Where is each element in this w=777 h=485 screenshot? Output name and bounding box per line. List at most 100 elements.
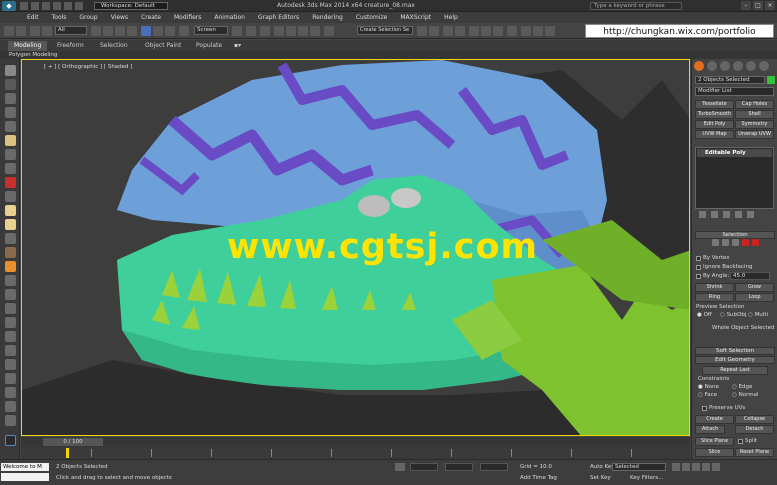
- modifier-stack[interactable]: Editable Poly: [695, 147, 774, 209]
- select-by-name-icon[interactable]: [103, 26, 113, 36]
- systems-icon[interactable]: [5, 191, 16, 202]
- element-level-icon[interactable]: [752, 239, 759, 246]
- repeat-last-button[interactable]: Repeat Last: [702, 366, 768, 375]
- cone-icon[interactable]: [5, 247, 16, 258]
- constraint-none-radio[interactable]: ● None: [698, 384, 719, 390]
- lock-selection-icon[interactable]: [395, 463, 405, 471]
- tessellate-button[interactable]: Tessellate: [695, 100, 734, 109]
- render-production-icon[interactable]: [545, 26, 555, 36]
- menu-customize[interactable]: Customize: [356, 14, 388, 21]
- shrink-button[interactable]: Shrink: [695, 283, 734, 292]
- selection-rollout[interactable]: Selection: [695, 231, 775, 239]
- edit-geometry-rollout[interactable]: Edit Geometry: [695, 356, 775, 364]
- lights-icon[interactable]: [5, 135, 16, 146]
- maxscript-listener[interactable]: Welcome to M: [1, 463, 49, 471]
- tab-selection[interactable]: Selection: [100, 41, 128, 51]
- spinner-snap-icon[interactable]: [310, 26, 320, 36]
- by-angle-spinner[interactable]: 45.0: [730, 272, 770, 280]
- select-rotate-icon[interactable]: [153, 26, 163, 36]
- goto-start-icon[interactable]: [672, 463, 680, 471]
- object-color-swatch[interactable]: [767, 76, 775, 84]
- select-scale-icon[interactable]: [165, 26, 175, 36]
- hair-icon[interactable]: [5, 401, 16, 412]
- ribbon-subpanel-polygon-modeling[interactable]: Polygon Modeling: [0, 51, 777, 59]
- redo-toolbar-icon[interactable]: [16, 26, 26, 36]
- show-end-result-icon[interactable]: [711, 211, 718, 218]
- render-setup-icon[interactable]: [521, 26, 531, 36]
- biped-icon[interactable]: [5, 373, 16, 384]
- select-move-icon[interactable]: [141, 26, 151, 36]
- helpers-icon[interactable]: [5, 163, 16, 174]
- vertex-level-icon[interactable]: [712, 239, 719, 246]
- edit-poly-button[interactable]: Edit Poly: [695, 120, 734, 129]
- constraint-edge-radio[interactable]: ○ Edge: [732, 384, 752, 390]
- angle-snap-icon[interactable]: [286, 26, 296, 36]
- create-button[interactable]: Create: [695, 415, 734, 424]
- menu-tools[interactable]: Tools: [52, 14, 67, 21]
- unwrap-uvw-button[interactable]: Unwrap UVW: [735, 130, 774, 139]
- grow-button[interactable]: Grow: [735, 283, 774, 292]
- vertex-icon[interactable]: [5, 107, 16, 118]
- keyboard-shortcut-icon[interactable]: [260, 26, 270, 36]
- cloth-icon[interactable]: [5, 415, 16, 426]
- pyramid-icon[interactable]: [5, 303, 16, 314]
- configure-sets-icon[interactable]: [747, 211, 754, 218]
- menu-modifiers[interactable]: Modifiers: [174, 14, 201, 21]
- menu-views[interactable]: Views: [111, 14, 128, 21]
- tube-icon[interactable]: [5, 289, 16, 300]
- modifier-list-dropdown[interactable]: Modifier List: [695, 87, 774, 96]
- teapot-icon[interactable]: [5, 317, 16, 328]
- undo-icon[interactable]: [53, 2, 61, 10]
- x-coordinate-field[interactable]: [410, 463, 438, 471]
- y-coordinate-field[interactable]: [445, 463, 473, 471]
- edge-level-icon[interactable]: [722, 239, 729, 246]
- time-slider[interactable]: 0 / 100: [43, 438, 103, 446]
- minimize-icon[interactable]: –: [741, 1, 751, 10]
- select-manipulate-icon[interactable]: [246, 26, 256, 36]
- menu-maxscript[interactable]: MAXScript: [400, 14, 431, 21]
- split-checkbox[interactable]: [738, 439, 743, 444]
- tab-populate[interactable]: Populate: [196, 41, 222, 51]
- z-coordinate-field[interactable]: [480, 463, 508, 471]
- material-editor-icon[interactable]: [507, 26, 517, 36]
- cap-holes-button[interactable]: Cap Holes: [735, 100, 774, 109]
- soft-selection-rollout[interactable]: Soft Selection: [695, 347, 775, 355]
- preview-off-radio[interactable]: ● Off: [697, 312, 712, 318]
- utilities-tab-icon[interactable]: [759, 61, 769, 71]
- graphite-toggle-icon[interactable]: [469, 26, 479, 36]
- detach-button[interactable]: Detach: [735, 425, 774, 434]
- auto-key-button[interactable]: Auto Key: [590, 464, 615, 470]
- open-file-icon[interactable]: [31, 2, 39, 10]
- ribbon-options-icon[interactable]: ▪▾: [234, 41, 241, 51]
- collapse-button[interactable]: Collapse: [735, 415, 774, 424]
- auto-key-mode-dropdown[interactable]: Selected: [612, 463, 666, 471]
- torus-icon[interactable]: [5, 275, 16, 286]
- remove-modifier-icon[interactable]: [735, 211, 742, 218]
- reference-coordinate-dropdown[interactable]: Screen: [194, 26, 228, 35]
- preview-multi-radio[interactable]: ○ Multi: [748, 312, 768, 318]
- box-icon[interactable]: [5, 345, 16, 356]
- reset-plane-button[interactable]: Reset Plane: [735, 448, 774, 457]
- link-icon[interactable]: [30, 26, 40, 36]
- make-unique-icon[interactable]: [723, 211, 730, 218]
- new-file-icon[interactable]: [20, 2, 28, 10]
- sphere-icon[interactable]: [5, 205, 16, 216]
- close-icon[interactable]: ×: [765, 1, 775, 10]
- menu-graph-editors[interactable]: Graph Editors: [258, 14, 299, 21]
- select-object-icon[interactable]: [91, 26, 101, 36]
- play-icon[interactable]: [692, 463, 700, 471]
- viewport-layout-icon[interactable]: [5, 435, 16, 446]
- symmetry-button[interactable]: Symmetry: [735, 120, 774, 129]
- create-geometry-icon[interactable]: [5, 65, 16, 76]
- menu-group[interactable]: Group: [79, 14, 97, 21]
- pivot-center-icon[interactable]: [232, 26, 242, 36]
- shell-button[interactable]: Shell: [735, 110, 774, 119]
- edit-named-selection-icon[interactable]: [324, 26, 334, 36]
- layer-manager-icon[interactable]: [455, 26, 465, 36]
- window-crossing-icon[interactable]: [127, 26, 137, 36]
- preview-subobj-radio[interactable]: ○ SubObj: [720, 312, 746, 318]
- slice-plane-button[interactable]: Slice Plane: [695, 437, 734, 446]
- maxscript-mini-listener[interactable]: [1, 473, 49, 481]
- display-tab-icon[interactable]: [746, 61, 756, 71]
- redo-icon[interactable]: [64, 2, 72, 10]
